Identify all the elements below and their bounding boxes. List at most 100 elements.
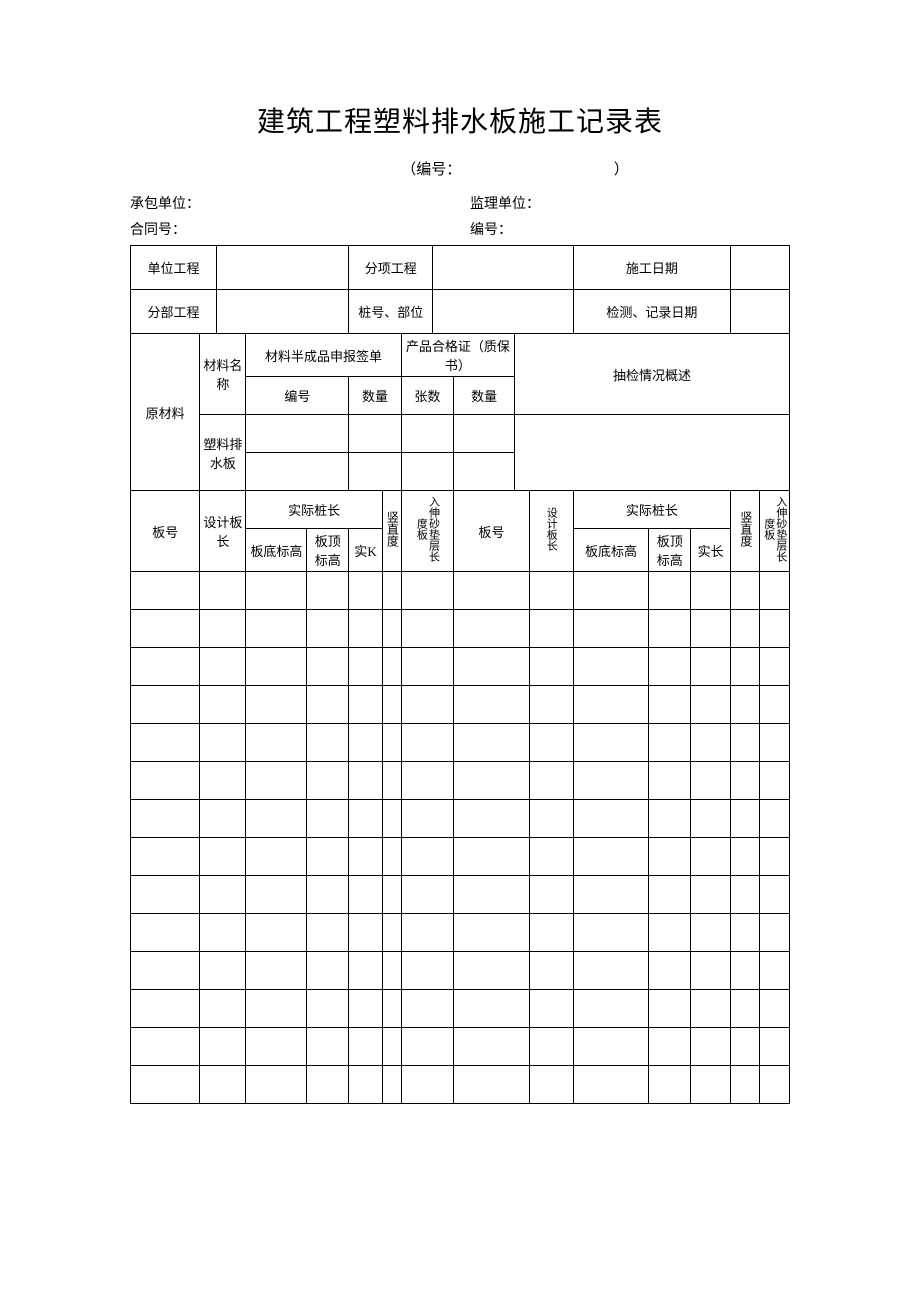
table-cell [649, 990, 691, 1028]
check-date-label: 检测、记录日期 [573, 290, 730, 334]
col-top-elev: 板顶标高 [307, 529, 349, 572]
table-cell [349, 1066, 383, 1104]
table-cell [573, 610, 649, 648]
table-cell [401, 876, 453, 914]
table-cell [131, 838, 200, 876]
table-cell [454, 572, 530, 610]
table-cell [649, 914, 691, 952]
table-cell [307, 952, 349, 990]
table-cell [401, 1066, 453, 1104]
table-cell [200, 914, 246, 952]
table-cell [382, 914, 401, 952]
table-cell [349, 572, 383, 610]
table-cell [454, 648, 530, 686]
main-table: 单位工程 分项工程 施工日期 分部工程 桩号、部位 检测、记录日期 原材料 材料… [130, 245, 790, 1104]
table-cell [131, 648, 200, 686]
table-cell [307, 686, 349, 724]
table-cell [401, 572, 453, 610]
col-design-len: 设计板长 [200, 491, 246, 572]
table-cell [691, 648, 731, 686]
table-cell [382, 686, 401, 724]
table-cell [382, 952, 401, 990]
table-cell [649, 762, 691, 800]
table-cell [246, 648, 307, 686]
table-cell [649, 952, 691, 990]
table-cell [691, 572, 731, 610]
sub-project-value [433, 246, 574, 290]
table-cell [246, 724, 307, 762]
table-cell [401, 838, 453, 876]
table-cell [649, 1066, 691, 1104]
table-cell [401, 800, 453, 838]
table-cell [401, 648, 453, 686]
table-cell [529, 1066, 573, 1104]
table-cell [131, 610, 200, 648]
document-number-row: （编号：） [130, 158, 790, 179]
table-cell [649, 572, 691, 610]
col-vertical-2: 竖直度 [731, 491, 760, 572]
table-cell [731, 610, 760, 648]
table-cell [131, 990, 200, 1028]
table-cell [200, 838, 246, 876]
table-cell [649, 686, 691, 724]
table-cell [401, 610, 453, 648]
mat-row2-number [246, 453, 349, 491]
page-title: 建筑工程塑料排水板施工记录表 [130, 100, 790, 140]
table-cell [131, 572, 200, 610]
table-cell [760, 686, 790, 724]
table-cell [200, 1028, 246, 1066]
table-cell [246, 1066, 307, 1104]
plastic-board-label: 塑料排水板 [200, 415, 246, 491]
mat-name-label: 材料名称 [200, 334, 246, 415]
table-cell [349, 762, 383, 800]
mat-row2-sheets [401, 453, 453, 491]
table-cell [454, 686, 530, 724]
serial-number-label: 编号： [470, 219, 790, 239]
mat-semi-label: 材料半成品申报签单 [246, 334, 401, 377]
table-cell [349, 686, 383, 724]
table-cell [573, 762, 649, 800]
table-cell [691, 686, 731, 724]
table-cell [573, 1028, 649, 1066]
table-cell [454, 762, 530, 800]
table-cell [246, 800, 307, 838]
table-cell [454, 800, 530, 838]
table-cell [760, 724, 790, 762]
table-cell [246, 686, 307, 724]
cert-sheets-value [401, 415, 453, 453]
table-cell [382, 724, 401, 762]
table-cell [760, 876, 790, 914]
table-cell [529, 724, 573, 762]
table-cell [200, 610, 246, 648]
cert-qty-value [454, 415, 515, 453]
table-cell [349, 990, 383, 1028]
col-actual-pile: 实际桩长 [246, 491, 382, 529]
cons-date-label: 施工日期 [573, 246, 730, 290]
table-cell [349, 610, 383, 648]
table-cell [454, 952, 530, 990]
table-cell [200, 572, 246, 610]
table-cell [573, 990, 649, 1028]
table-cell [691, 800, 731, 838]
table-cell [307, 838, 349, 876]
table-cell [529, 800, 573, 838]
table-cell [529, 876, 573, 914]
table-cell [307, 914, 349, 952]
table-cell [246, 762, 307, 800]
pile-location-label: 桩号、部位 [349, 290, 433, 334]
table-cell [246, 1028, 307, 1066]
table-cell [731, 762, 760, 800]
table-cell [529, 648, 573, 686]
table-cell [573, 1066, 649, 1104]
table-cell [573, 914, 649, 952]
table-cell [200, 990, 246, 1028]
table-cell [649, 876, 691, 914]
table-cell [246, 952, 307, 990]
table-cell [454, 876, 530, 914]
unit-project-label: 单位工程 [131, 246, 217, 290]
table-cell [731, 952, 760, 990]
table-cell [454, 990, 530, 1028]
table-cell [760, 952, 790, 990]
table-cell [246, 914, 307, 952]
table-cell [529, 990, 573, 1028]
